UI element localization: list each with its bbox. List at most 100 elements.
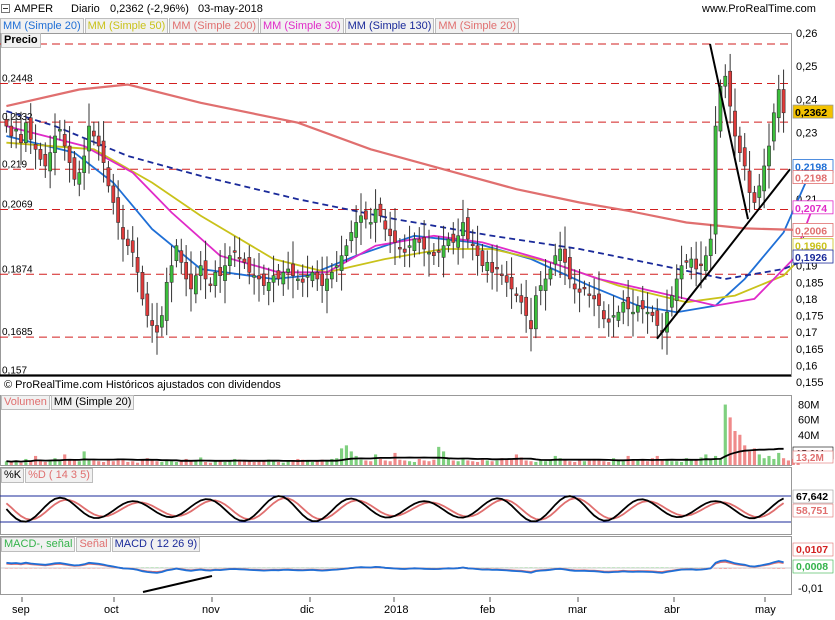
macd-hist-bar xyxy=(772,568,776,569)
candle-body xyxy=(9,125,14,137)
candle-body xyxy=(193,275,198,295)
candle-body xyxy=(655,310,660,326)
level-label: 0,219 xyxy=(2,159,27,170)
level-label: 0,157 xyxy=(2,365,27,376)
volume-bar xyxy=(228,461,232,465)
candle-body xyxy=(281,272,286,285)
candle-body xyxy=(694,258,699,270)
volume-bar xyxy=(43,461,47,465)
candle-body xyxy=(762,165,767,192)
volume-bar xyxy=(529,461,533,465)
candle-body xyxy=(543,278,548,291)
volume-bar xyxy=(757,454,761,465)
price-tag-label: 0,2074 xyxy=(795,203,827,215)
macd-hist-label[interactable]: MACD-, señal xyxy=(1,537,76,552)
candle-body xyxy=(781,89,786,114)
candle-body xyxy=(125,238,130,247)
volume-bar xyxy=(72,460,77,465)
candle-body xyxy=(359,215,363,223)
macd-hist-tag-label: 0,0008 xyxy=(796,561,828,573)
candle-body xyxy=(631,311,635,315)
candle-body xyxy=(533,295,538,330)
volume-bar xyxy=(97,461,101,465)
volume-bar xyxy=(165,460,169,465)
candle-body xyxy=(504,275,509,283)
candle-body xyxy=(237,257,242,260)
candle-body xyxy=(67,145,72,163)
candle-body xyxy=(164,281,169,321)
candle-body xyxy=(417,238,422,243)
candle-body xyxy=(553,255,558,265)
volume-bar xyxy=(101,461,106,465)
candle-body xyxy=(611,315,616,318)
volume-bar xyxy=(645,461,650,465)
volume-bar xyxy=(543,461,548,465)
volume-bar xyxy=(689,460,693,465)
candle-body xyxy=(441,245,446,258)
candle-body xyxy=(776,89,781,119)
stoch-d-label[interactable]: %D ( 14 3 5) xyxy=(25,468,93,483)
candle-body xyxy=(451,233,456,243)
volume-bar xyxy=(364,460,368,465)
price-tick-label: 0,175 xyxy=(796,311,824,323)
volume-bar xyxy=(451,460,455,465)
candle-body xyxy=(363,210,368,220)
candle-body xyxy=(465,217,470,240)
volume-bar xyxy=(563,460,567,465)
macd-hist-bar xyxy=(718,568,723,569)
macd-signal-label[interactable]: Señal xyxy=(76,537,111,552)
candle-body xyxy=(111,185,116,203)
volume-bar xyxy=(344,445,349,465)
volume-bar xyxy=(534,461,538,465)
volume-bar xyxy=(310,461,315,465)
volume-bar xyxy=(781,458,786,465)
candle-body xyxy=(232,250,237,253)
macd-line xyxy=(6,559,784,574)
candle-body xyxy=(43,154,48,167)
volume-label[interactable]: Volumen xyxy=(1,395,50,410)
volume-bar xyxy=(383,460,387,465)
candle-body xyxy=(252,275,257,278)
volume-bar xyxy=(524,460,528,465)
volume-bar xyxy=(247,461,251,465)
volume-bar xyxy=(189,461,193,465)
candle-body xyxy=(242,258,247,263)
candle-body xyxy=(529,320,533,330)
volume-bar xyxy=(160,461,164,465)
volume-ma-label[interactable]: MM (Simple 20) xyxy=(50,395,135,410)
candle-body xyxy=(480,250,485,266)
volume-bar xyxy=(92,460,96,465)
candle-body xyxy=(286,268,291,273)
candle-body xyxy=(640,300,645,310)
volume-panel-label: Volumen MM (Simple 20) xyxy=(1,395,135,410)
volume-bar xyxy=(762,458,766,465)
candle-body xyxy=(14,129,19,132)
macd-line-label[interactable]: MACD ( 12 26 9) xyxy=(111,537,201,552)
stoch-k-label[interactable]: %K xyxy=(1,468,25,483)
candle-body xyxy=(699,263,703,266)
x-tick-label: mar xyxy=(568,604,587,616)
volume-bar xyxy=(733,431,737,465)
volume-bar xyxy=(427,461,431,465)
volume-bar xyxy=(339,448,344,465)
volume-bar xyxy=(305,461,310,465)
trendline-up xyxy=(656,168,791,340)
volume-bar xyxy=(58,461,62,465)
volume-bar xyxy=(743,445,747,465)
volume-bar xyxy=(417,458,421,465)
candle-body xyxy=(57,129,62,132)
volume-bar xyxy=(713,455,718,465)
price-tick-label: 0,24 xyxy=(796,94,817,106)
volume-bar xyxy=(456,461,460,465)
candle-body xyxy=(261,273,266,286)
candle-body xyxy=(320,273,325,286)
volume-bar xyxy=(412,461,417,465)
volume-bar xyxy=(573,461,577,465)
volume-bar xyxy=(670,461,674,465)
candle-body xyxy=(558,248,563,261)
volume-bar xyxy=(437,446,441,465)
volume-bar xyxy=(747,451,752,465)
volume-bar xyxy=(582,461,587,465)
macd-hist-bar xyxy=(4,568,9,569)
price-tag-label: 0,2362 xyxy=(795,107,827,119)
